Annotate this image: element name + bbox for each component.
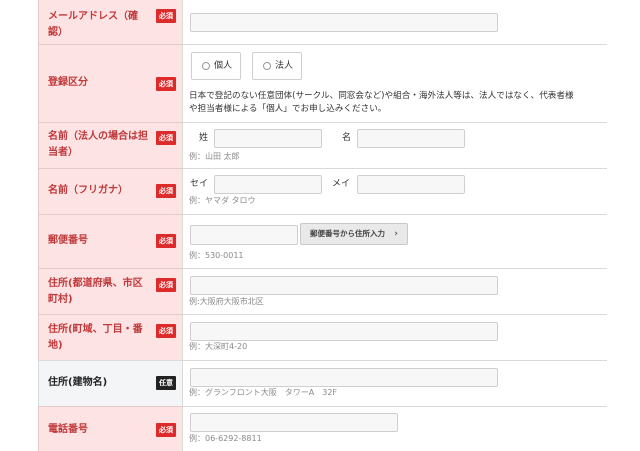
- row-email-confirm: メールアドレス（確認） 必須: [38, 0, 607, 44]
- last-name-input[interactable]: [214, 129, 322, 148]
- first-name-input[interactable]: [357, 129, 465, 148]
- row-postal-code: 郵便番号 必須 郵便番号から住所入力 › 例：530-0011: [38, 214, 607, 268]
- postal-hint: 例：530-0011: [189, 251, 244, 260]
- value-cell: 姓 名 例：山田 太郎: [182, 122, 607, 168]
- required-badge: 必須: [156, 234, 176, 248]
- row-name-kana: 名前（フリガナ） 必須 セイ メイ 例：ヤマダ タロウ: [38, 168, 607, 214]
- value-cell: 例：06-6292-8811: [182, 406, 607, 451]
- radio-circle-icon: [202, 62, 210, 70]
- value-cell: 例：グランフロント大阪 タワーA 32F: [182, 360, 607, 406]
- last-name-label: 姓: [199, 133, 209, 143]
- radio-circle-icon: [263, 62, 271, 70]
- field-label: 名前（法人の場合は担当者）: [48, 131, 148, 158]
- required-badge: 必須: [156, 184, 176, 198]
- label-cell: 住所(都道府県、市区町村) 必須: [38, 268, 182, 314]
- phone-hint: 例：06-6292-8811: [189, 434, 262, 443]
- postal-lookup-label: 郵便番号から住所入力: [310, 229, 385, 238]
- radio-corporation[interactable]: 法人: [252, 52, 302, 80]
- radio-label: 法人: [275, 61, 294, 71]
- required-badge: 必須: [156, 324, 176, 338]
- last-name-kana-label: セイ: [190, 179, 209, 189]
- last-name-kana-input[interactable]: [214, 175, 322, 194]
- name-hint: 例：山田 太郎: [189, 152, 240, 161]
- label-cell: メールアドレス（確認） 必須: [38, 0, 182, 44]
- registration-description-line2: や担当者様による「個人」でお申し込みください。: [189, 104, 387, 114]
- required-badge: 必須: [156, 278, 176, 292]
- postal-lookup-button[interactable]: 郵便番号から住所入力 ›: [300, 223, 408, 245]
- first-name-kana-input[interactable]: [357, 175, 465, 194]
- value-cell: [182, 0, 607, 44]
- value-cell: 個人 法人 日本で登記のない任意団体(サークル、同窓会など)や組合・海外法人等は…: [182, 44, 607, 122]
- value-cell: 例:大阪府大阪市北区: [182, 268, 607, 314]
- address-building-input[interactable]: [190, 368, 498, 387]
- required-badge: 必須: [156, 77, 176, 91]
- field-label: 住所(建物名): [48, 377, 108, 388]
- chevron-right-icon: ›: [394, 229, 398, 239]
- required-badge: 必須: [156, 9, 176, 23]
- required-badge: 必須: [156, 423, 176, 437]
- label-cell: 登録区分 必須: [38, 44, 182, 122]
- label-cell: 名前（フリガナ） 必須: [38, 168, 182, 214]
- address-building-hint: 例：グランフロント大阪 タワーA 32F: [189, 388, 338, 397]
- field-label: 電話番号: [48, 424, 88, 435]
- label-cell: 郵便番号 必須: [38, 214, 182, 268]
- row-address-prefecture-city: 住所(都道府県、市区町村) 必須 例:大阪府大阪市北区: [38, 268, 607, 314]
- field-label: 郵便番号: [48, 235, 88, 246]
- label-cell: 住所(町域、丁目・番地) 必須: [38, 314, 182, 360]
- registration-description-line1: 日本で登記のない任意団体(サークル、同窓会など)や組合・海外法人等は、法人ではな…: [189, 91, 574, 101]
- value-cell: 例：大深町4-20: [182, 314, 607, 360]
- radio-label: 個人: [214, 61, 233, 71]
- label-cell: 電話番号 必須: [38, 406, 182, 451]
- field-label: メールアドレス（確認）: [48, 11, 138, 38]
- radio-individual[interactable]: 個人: [191, 52, 241, 80]
- first-name-label: 名: [342, 133, 352, 143]
- label-cell: 名前（法人の場合は担当者） 必須: [38, 122, 182, 168]
- field-label: 名前（フリガナ）: [48, 185, 128, 196]
- phone-input[interactable]: [190, 413, 398, 432]
- row-name: 名前（法人の場合は担当者） 必須 姓 名 例：山田 太郎: [38, 122, 607, 168]
- address-street-hint: 例：大深町4-20: [189, 342, 248, 351]
- row-address-building: 住所(建物名) 任意 例：グランフロント大阪 タワーA 32F: [38, 360, 607, 406]
- name-kana-hint: 例：ヤマダ タロウ: [189, 196, 256, 205]
- field-label: 住所(都道府県、市区町村): [48, 278, 143, 305]
- address-prefecture-city-input[interactable]: [190, 276, 498, 295]
- row-phone: 電話番号 必須 例：06-6292-8811: [38, 406, 607, 451]
- value-cell: セイ メイ 例：ヤマダ タロウ: [182, 168, 607, 214]
- required-badge: 必須: [156, 131, 176, 145]
- address-street-input[interactable]: [190, 322, 498, 341]
- postal-code-input[interactable]: [190, 225, 298, 245]
- row-address-street: 住所(町域、丁目・番地) 必須 例：大深町4-20: [38, 314, 607, 360]
- email-confirm-input[interactable]: [190, 13, 498, 32]
- address-prefecture-city-hint: 例:大阪府大阪市北区: [189, 297, 264, 306]
- field-label: 登録区分: [48, 77, 88, 88]
- first-name-kana-label: メイ: [332, 179, 351, 189]
- registration-form: メールアドレス（確認） 必須 登録区分 必須 個人 法人 日本で登記のない任意団…: [0, 0, 640, 451]
- optional-badge: 任意: [156, 376, 176, 390]
- row-registration-type: 登録区分 必須 個人 法人 日本で登記のない任意団体(サークル、同窓会など)や組…: [38, 44, 607, 122]
- value-cell: 郵便番号から住所入力 › 例：530-0011: [182, 214, 607, 268]
- field-label: 住所(町域、丁目・番地): [48, 324, 143, 351]
- label-cell: 住所(建物名) 任意: [38, 360, 182, 406]
